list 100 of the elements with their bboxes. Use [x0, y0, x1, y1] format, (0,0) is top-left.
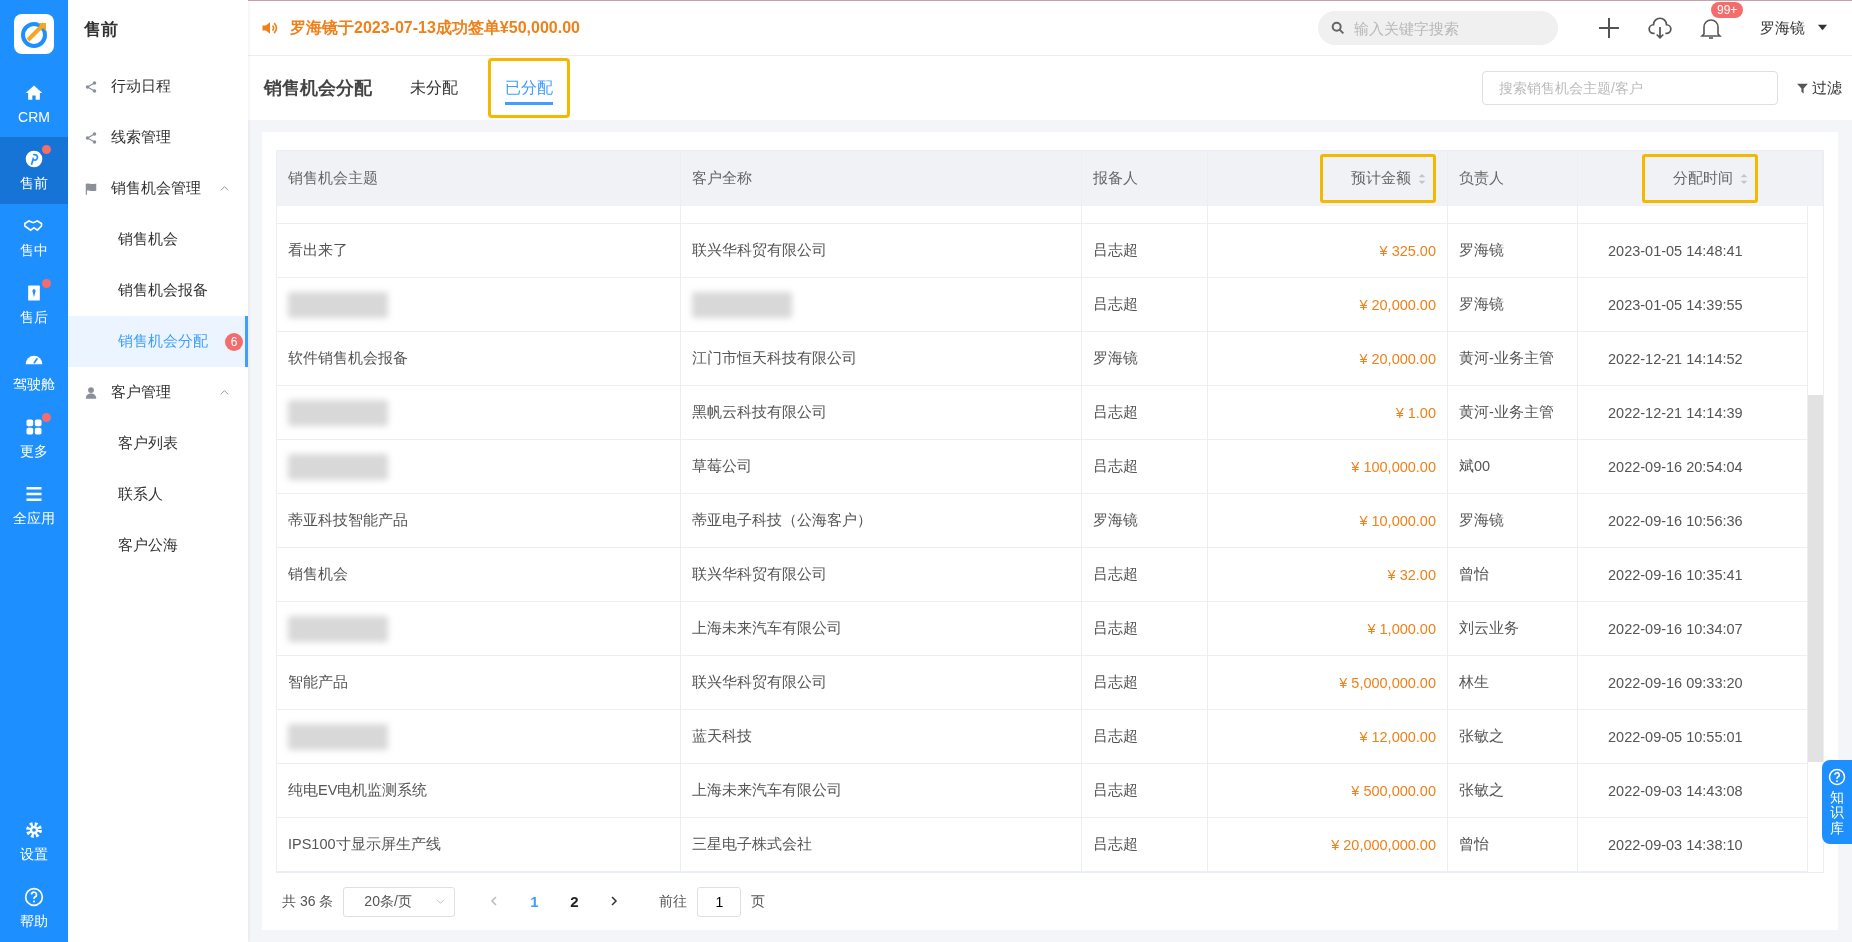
help-icon [1828, 768, 1846, 786]
table-cell: 罗海镜 [1448, 224, 1578, 277]
table-cell: ¥ 20,000.00 [1208, 332, 1448, 385]
sidebar-item[interactable]: 销售机会管理 [68, 163, 248, 214]
table-cell: 江门市恒天科技有限公司 [681, 332, 1082, 385]
nav-item[interactable]: 售前 [0, 137, 68, 204]
table-cell: ¥ 10,000.00 [1208, 494, 1448, 547]
table-cell: 智能产品 [277, 656, 681, 709]
table-cell: 蓝天科技 [681, 710, 1082, 763]
table-cell: 联兴华科贸有限公司 [681, 224, 1082, 277]
table-cell: 草莓公司 [681, 440, 1082, 493]
table-cell: 刘云业务 [1448, 602, 1578, 655]
table-cell: 斌00 [1448, 440, 1578, 493]
table-cell: 销售机会 [277, 548, 681, 601]
table-cell: 罗海镜 [1082, 494, 1208, 547]
download-button[interactable] [1647, 15, 1673, 41]
table-cell: 联兴华科贸有限公司 [681, 548, 1082, 601]
share-icon [84, 79, 98, 94]
count-badge: 6 [225, 332, 243, 351]
sidebar-item[interactable]: 行动日程 [68, 61, 248, 112]
column-header[interactable]: 预计金额 [1320, 154, 1436, 203]
table-cell: 蒂亚电子科技（公海客户） [681, 494, 1082, 547]
table-cell: ¥ 5,000,000.00 [1208, 656, 1448, 709]
table-cell: 看出来了 [277, 224, 681, 277]
table-cell: ¥ 100,000.00 [1208, 440, 1448, 493]
notice-text: 罗海镜于2023-07-13成功签单¥50,000.00 [290, 17, 581, 38]
scrollbar-thumb[interactable] [1808, 395, 1823, 762]
table-cell: ¥ 1.00 [1208, 386, 1448, 439]
table-cell: 黄河-业务主管 [1448, 332, 1578, 385]
help-icon [24, 886, 44, 907]
table-cell: 曾怡 [1448, 818, 1578, 871]
table-cell: 罗海镜 [1448, 494, 1578, 547]
table-cell: 林生 [1448, 656, 1578, 709]
table-cell: 吕志超 [1082, 764, 1208, 817]
table-cell: 软件销售机会报备 [277, 332, 681, 385]
flag-icon [84, 181, 98, 196]
chevron-down-icon [435, 896, 447, 907]
chevron-up-icon [219, 387, 230, 398]
table-cell: 联兴华科贸有限公司 [681, 656, 1082, 709]
chevron-up-icon [219, 183, 230, 194]
table-cell: 黑帆云科技有限公司 [681, 386, 1082, 439]
column-header: 报备人 [1093, 169, 1138, 188]
table-cell: 吕志超 [1082, 710, 1208, 763]
table-cell: ¥ 500,000.00 [1208, 764, 1448, 817]
page-number-field[interactable]: 1 [697, 886, 742, 917]
table-cell: ¥ 325.00 [1208, 224, 1448, 277]
sidebar-subitem[interactable]: 销售机会报备 [68, 265, 248, 316]
bell-icon [1699, 16, 1723, 40]
column-header[interactable]: 分配时间 [1642, 154, 1758, 203]
table-cell: 吕志超 [1082, 602, 1208, 655]
settings-icon [24, 819, 44, 840]
user-menu[interactable]: 罗海镜 [1760, 18, 1828, 38]
add-button[interactable] [1597, 16, 1621, 40]
table-cell: 吕志超 [1082, 386, 1208, 439]
sidebar-item[interactable]: 客户管理 [68, 367, 248, 418]
table-cell: ¥ 20,000,000.00 [1208, 818, 1448, 871]
plus-icon [1597, 16, 1621, 40]
table-cell: 吕志超 [1082, 818, 1208, 871]
table-cell: IPS100寸显示屏生产线 [277, 818, 681, 871]
table-cell: 罗海镜 [1448, 278, 1578, 331]
page-size-select[interactable]: 20条/页 [343, 886, 456, 917]
sidebar-title: 售前 [83, 19, 119, 41]
table-cell: 三星电子株式会社 [681, 818, 1082, 871]
tab[interactable]: 未分配 [396, 58, 472, 118]
sidebar-subitem[interactable]: 客户列表 [68, 418, 248, 469]
table-cell: 上海未来汽车有限公司 [681, 764, 1082, 817]
page-button[interactable]: 2 [559, 893, 590, 910]
table-cell: ¥ 32.00 [1208, 548, 1448, 601]
notification-dot [42, 413, 51, 422]
table-cell: 曾怡 [1448, 548, 1578, 601]
table-cell: 吕志超 [1082, 278, 1208, 331]
user-icon [84, 385, 98, 400]
notification-dot [42, 279, 51, 288]
table-cell: 吕志超 [1082, 656, 1208, 709]
search-field[interactable]: 搜索销售机会主题/客户 [1482, 71, 1778, 105]
count-badge: 99+ [1711, 2, 1744, 18]
sidebar-subitem[interactable]: 客户公海 [68, 520, 248, 571]
goto-label: 前往 [659, 892, 688, 911]
notification-dot [42, 145, 51, 154]
table-cell: ¥ 12,000.00 [1208, 710, 1448, 763]
funnel-icon [1796, 81, 1809, 95]
table-cell: 吕志超 [1082, 224, 1208, 277]
table-cell: 张敏之 [1448, 710, 1578, 763]
table-cell: 吕志超 [1082, 548, 1208, 601]
filter-button[interactable]: 过滤 [1796, 78, 1842, 98]
table-cell: 罗海镜 [1082, 332, 1208, 385]
sidebar-subitem[interactable]: 销售机会 [68, 214, 248, 265]
table-cell: 吕志超 [1082, 440, 1208, 493]
sidebar-subitem[interactable]: 联系人 [68, 469, 248, 520]
table-cell: 张敏之 [1448, 764, 1578, 817]
share-icon [84, 130, 98, 145]
search-icon [1330, 20, 1346, 36]
sidebar-item[interactable]: 线索管理 [68, 112, 248, 163]
column-header: 销售机会主题 [288, 169, 378, 188]
page-suffix: 页 [751, 892, 766, 911]
table-cell: 蒂亚科技智能产品 [277, 494, 681, 547]
table-cell: ¥ 1,000.00 [1208, 602, 1448, 655]
table-cell: 纯电EV电机监测系统 [277, 764, 681, 817]
column-header: 负责人 [1459, 169, 1504, 188]
notification-button[interactable] [1699, 16, 1723, 40]
